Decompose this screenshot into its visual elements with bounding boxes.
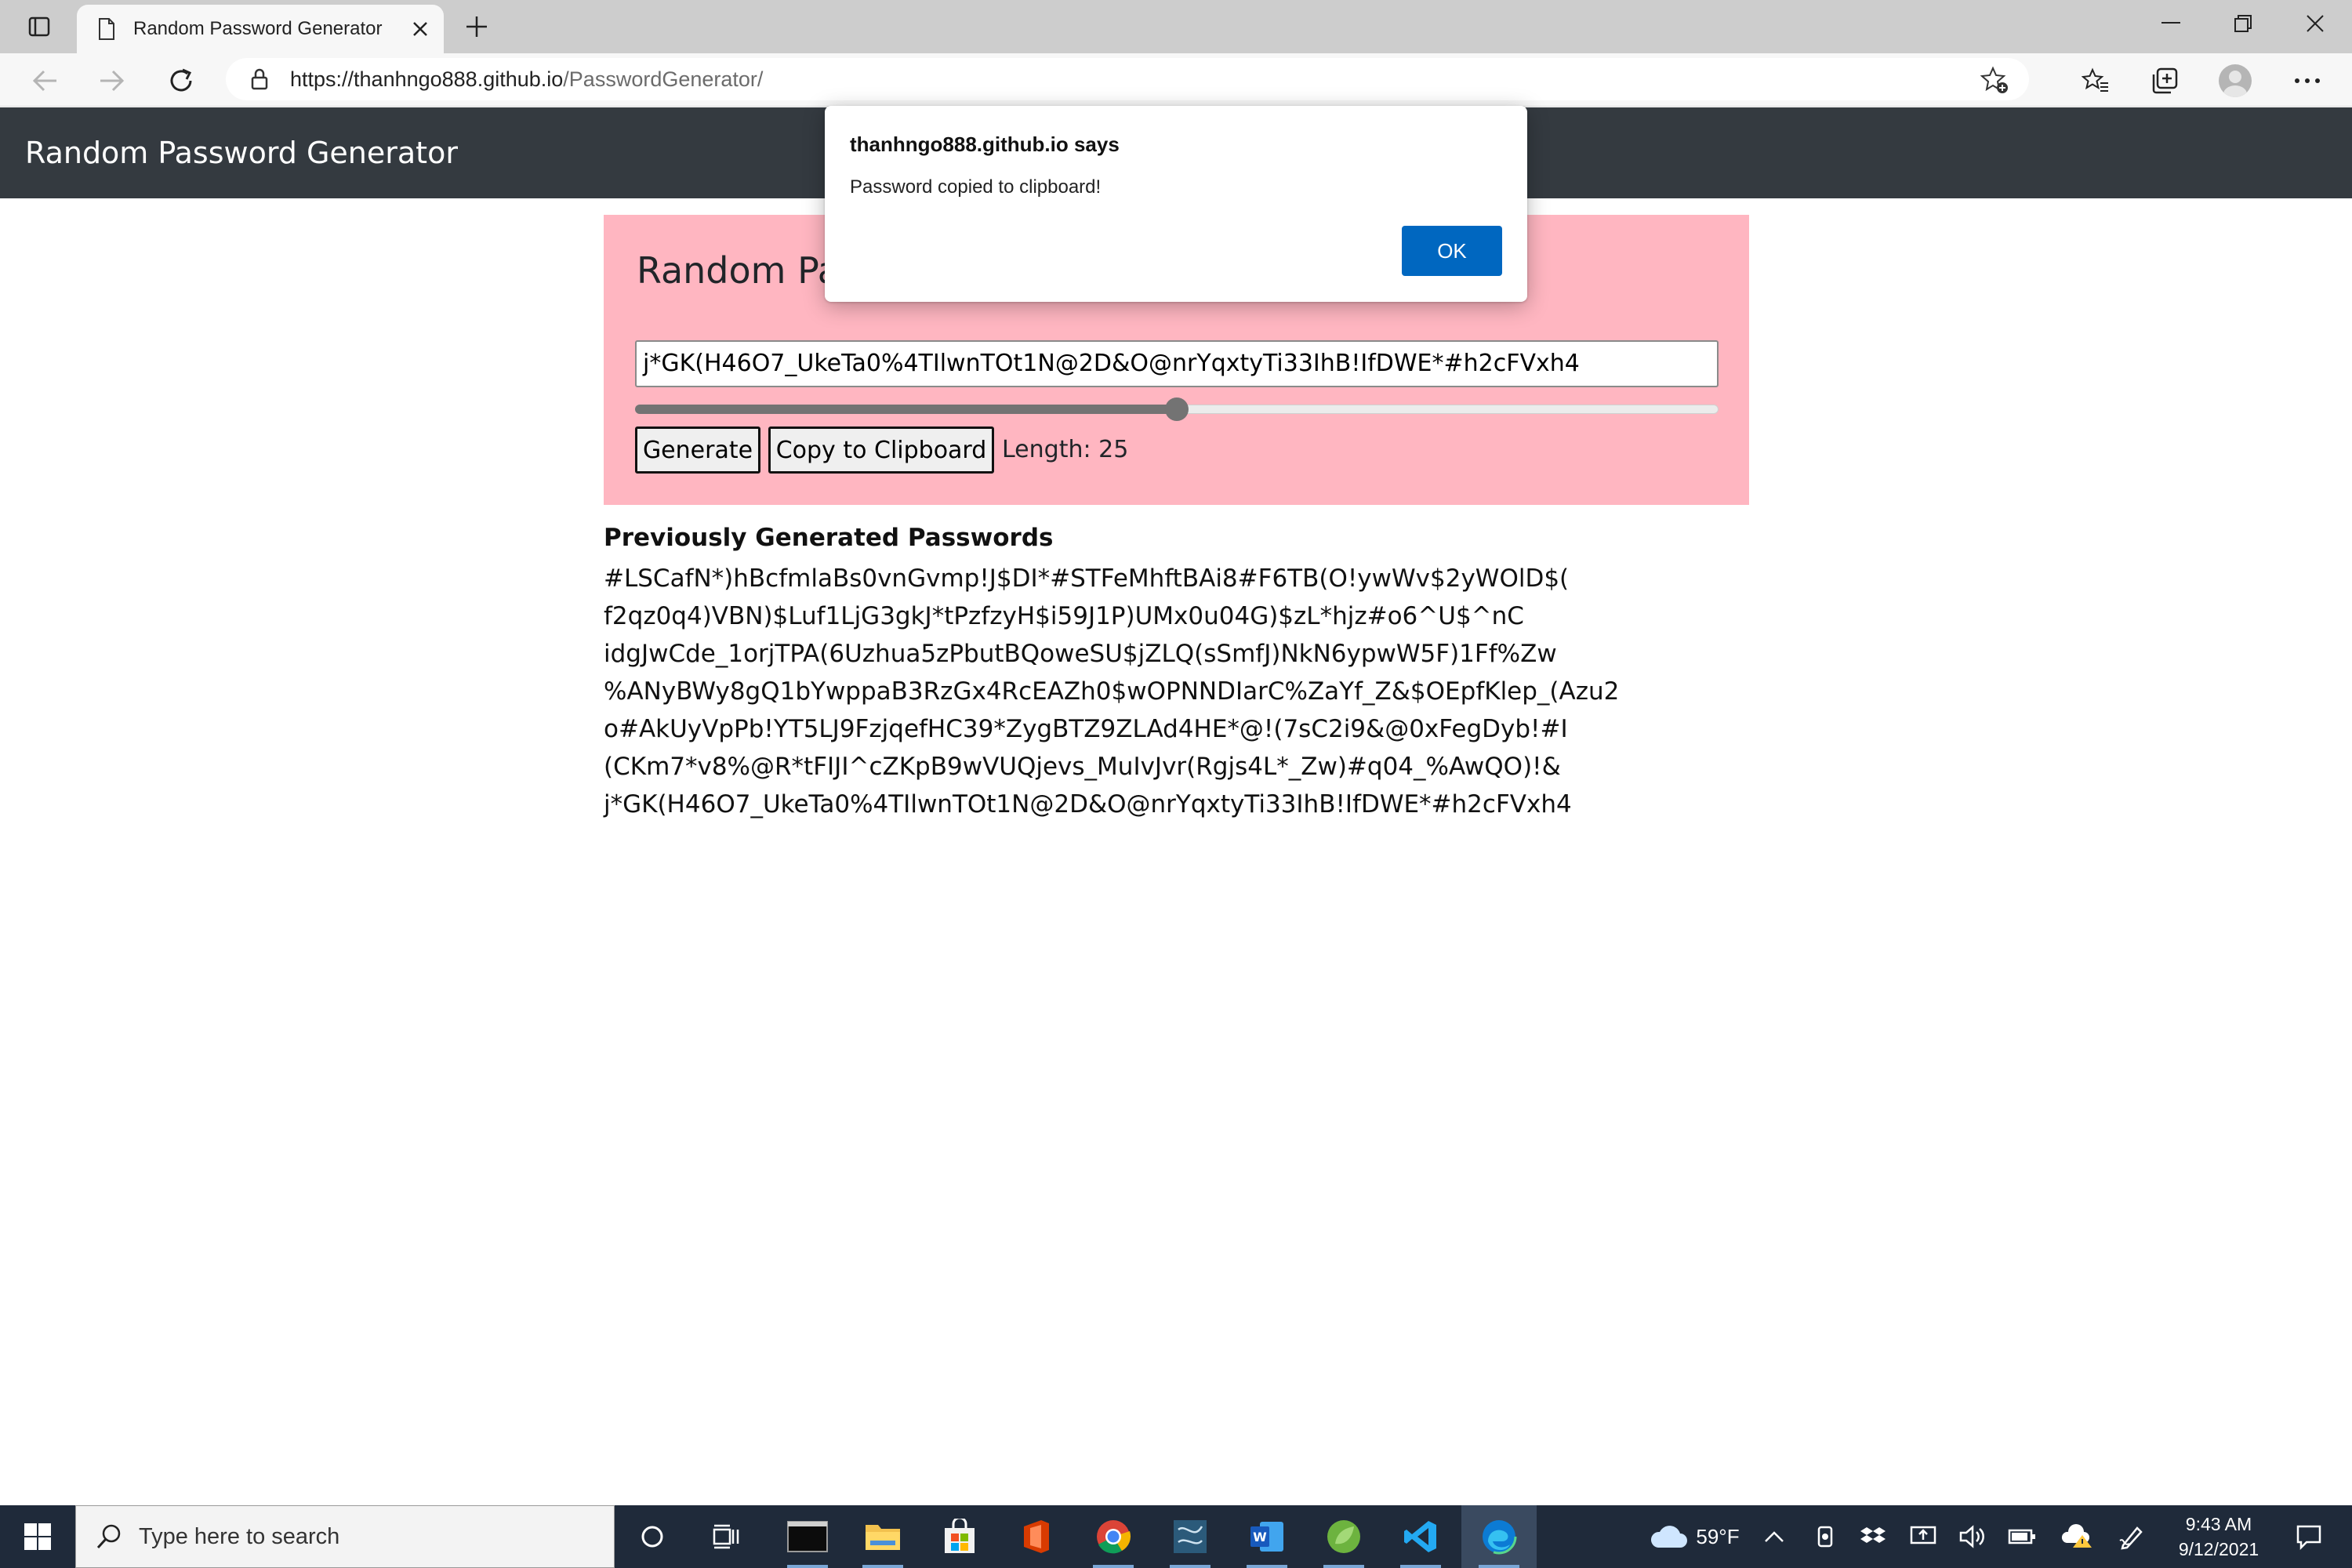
browser-tab[interactable]: Random Password Generator xyxy=(77,5,444,53)
back-icon[interactable] xyxy=(25,61,64,100)
forward-icon[interactable] xyxy=(93,61,132,100)
url-text: https://thanhngo888.github.io/PasswordGe… xyxy=(290,67,763,92)
password-field[interactable]: j*GK(H46O7_UkeTa0%4TIlwnTOt1N@2D&O@nrYqx… xyxy=(635,340,1719,387)
cortana-icon[interactable] xyxy=(615,1505,690,1568)
dropbox-icon[interactable] xyxy=(1855,1505,1891,1568)
length-slider[interactable] xyxy=(635,397,1719,421)
browser-toolbar: https://thanhngo888.github.io/PasswordGe… xyxy=(0,53,2352,107)
history-item: j*GK(H46O7_UkeTa0%4TIlwnTOt1N@2D&O@nrYqx… xyxy=(604,790,1572,818)
dialog-message: Password copied to clipboard! xyxy=(850,176,1102,198)
windows-start-icon[interactable] xyxy=(0,1505,75,1568)
copy-to-clipboard-button[interactable]: Copy to Clipboard xyxy=(768,426,994,474)
url-path: /PasswordGenerator/ xyxy=(563,67,764,91)
chrome-icon[interactable] xyxy=(1076,1505,1151,1568)
dialog-ok-button[interactable]: OK xyxy=(1402,226,1502,276)
slider-thumb[interactable] xyxy=(1165,397,1189,421)
history-item: o#AkUyVpPb!YT5LJ9FzjqefHC39*ZygBTZ9ZLAd4… xyxy=(604,715,1568,743)
browser-titlebar: Random Password Generator xyxy=(0,0,2352,53)
close-tab-icon[interactable] xyxy=(405,13,436,45)
edge-icon[interactable] xyxy=(1461,1505,1537,1568)
new-tab-icon[interactable] xyxy=(459,9,494,44)
favorites-icon[interactable] xyxy=(2076,61,2115,100)
display-icon[interactable] xyxy=(1905,1505,1941,1568)
clock-time: 9:43 AM xyxy=(2185,1514,2252,1534)
store-icon[interactable] xyxy=(922,1505,997,1568)
task-view-icon[interactable] xyxy=(690,1505,765,1568)
history-title: Previously Generated Passwords xyxy=(604,524,1054,552)
add-favorite-icon[interactable] xyxy=(1980,66,2009,94)
notifications-icon[interactable] xyxy=(2281,1505,2336,1568)
history-item: (CKm7*v8%@R*tFIJI^cZKpB9wVUQjevs_MuIvJvr… xyxy=(604,753,1561,781)
weather-temp: 59°F xyxy=(1696,1524,1740,1548)
tab-actions-icon[interactable] xyxy=(24,11,55,42)
search-icon xyxy=(93,1521,125,1552)
chevron-up-icon[interactable] xyxy=(1756,1505,1792,1568)
slider-fill xyxy=(635,405,1177,414)
card-title: Random Pa xyxy=(637,249,840,292)
vscode-icon[interactable] xyxy=(1383,1505,1458,1568)
spring-icon[interactable] xyxy=(1306,1505,1381,1568)
office-icon[interactable] xyxy=(999,1505,1074,1568)
lock-icon[interactable] xyxy=(248,67,271,91)
alert-dialog: thanhngo888.github.io says Password copi… xyxy=(825,106,1527,302)
search-placeholder: Type here to search xyxy=(139,1523,340,1549)
cloud-icon xyxy=(1651,1526,1688,1548)
generate-button[interactable]: Generate xyxy=(635,426,760,474)
history-item: idgJwCde_1orjTPA(6Uzhua5zPbutBQoweSU$jZL… xyxy=(604,640,1557,668)
meet-now-icon[interactable] xyxy=(1808,1505,1844,1568)
page-icon xyxy=(94,16,119,42)
terminal-icon[interactable] xyxy=(770,1505,845,1568)
collections-icon[interactable] xyxy=(2145,61,2184,100)
refresh-icon[interactable] xyxy=(162,61,201,100)
svg-text:W: W xyxy=(1253,1530,1267,1544)
file-explorer-icon[interactable] xyxy=(845,1505,920,1568)
taskbar-search[interactable]: Type here to search xyxy=(75,1505,615,1568)
restore-icon[interactable] xyxy=(2208,0,2278,47)
clock-date: 9/12/2021 xyxy=(2178,1539,2259,1559)
taskbar: Type here to search W 59°F 9:43 AM 9/12/… xyxy=(0,1505,2352,1568)
address-bar[interactable]: https://thanhngo888.github.io/PasswordGe… xyxy=(226,58,2029,100)
battery-icon[interactable] xyxy=(2004,1505,2040,1568)
pen-icon[interactable] xyxy=(2112,1505,2151,1568)
history-item: #LSCafN*)hBcfmlaBs0vnGvmp!J$DI*#STFeMhft… xyxy=(604,564,1570,593)
sql-icon[interactable] xyxy=(1152,1505,1228,1568)
close-window-icon[interactable] xyxy=(2280,0,2350,47)
taskbar-clock[interactable]: 9:43 AM 9/12/2021 xyxy=(2164,1512,2274,1562)
minimize-icon[interactable] xyxy=(2136,0,2206,47)
volume-icon[interactable] xyxy=(1954,1505,1990,1568)
app-brand[interactable]: Random Password Generator xyxy=(25,136,458,170)
history-list: #LSCafN*)hBcfmlaBs0vnGvmp!J$DI*#STFeMhft… xyxy=(604,560,1620,823)
onedrive-warning-icon[interactable] xyxy=(2057,1505,2096,1568)
avatar-icon xyxy=(2219,64,2252,97)
profile-avatar[interactable] xyxy=(2216,61,2255,100)
history-item: %ANyBWy8gQ1bYwppaB3RzGx4RcEAZh0$wOPNNDIa… xyxy=(604,677,1620,706)
weather-widget[interactable]: 59°F xyxy=(1635,1505,1753,1568)
history-item: f2qz0q4)VBN)$Luf1LjG3gkJ*tPzfzyH$i59J1P)… xyxy=(604,602,1524,630)
url-host: https://thanhngo888.github.io xyxy=(290,67,564,91)
word-icon[interactable]: W xyxy=(1229,1505,1305,1568)
more-menu-icon[interactable] xyxy=(2288,61,2327,100)
length-label: Length: 25 xyxy=(1002,436,1129,463)
tab-title: Random Password Generator xyxy=(133,18,383,39)
dialog-title: thanhngo888.github.io says xyxy=(850,132,1120,156)
